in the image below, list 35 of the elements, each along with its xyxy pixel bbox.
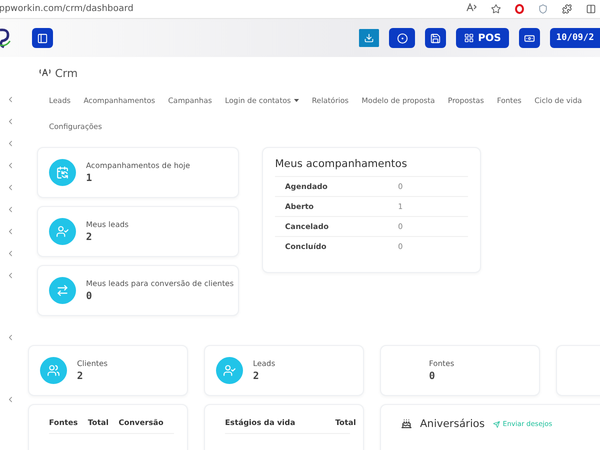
download-button[interactable] <box>359 29 380 47</box>
page-title: Crm <box>55 67 78 80</box>
card-value: 1 <box>86 173 94 184</box>
card-value: 2 <box>253 371 260 382</box>
record-button[interactable] <box>389 28 416 48</box>
extensions-icon[interactable] <box>562 4 572 14</box>
pos-button[interactable]: POS <box>456 28 510 48</box>
card-title: Aniversários <box>420 418 485 430</box>
cake-icon <box>401 418 412 429</box>
arrows-icon <box>56 284 69 297</box>
date-button[interactable]: 10/09/2 <box>550 28 600 48</box>
opera-icon[interactable] <box>515 4 524 14</box>
download-icon <box>364 33 374 43</box>
sidebar-toggle-button[interactable] <box>32 28 53 48</box>
user-check-icon <box>56 225 69 238</box>
save-icon <box>430 32 442 44</box>
user-check-icon <box>223 364 236 377</box>
sidebar-toggle-icon <box>37 32 48 44</box>
split-view-icon[interactable] <box>586 4 596 14</box>
card-value: 0 <box>86 291 94 302</box>
url-text: ppworkin.com/crm/dashboard <box>0 4 134 14</box>
cash-button[interactable] <box>519 28 540 48</box>
card-value: 2 <box>86 232 94 243</box>
circle-dot-icon <box>396 32 408 44</box>
grid-icon <box>464 33 474 43</box>
users-icon <box>47 364 60 377</box>
card-value: 0 <box>429 371 436 382</box>
shield-icon[interactable] <box>538 4 548 14</box>
card-value: 2 <box>77 371 84 382</box>
calculator-button[interactable] <box>425 28 446 48</box>
calendar-icon <box>56 166 69 179</box>
banknote-icon <box>524 32 536 44</box>
favorite-star-icon[interactable] <box>491 4 501 14</box>
card-title: Meus acompanhamentos <box>275 158 408 170</box>
send-icon <box>492 420 500 428</box>
